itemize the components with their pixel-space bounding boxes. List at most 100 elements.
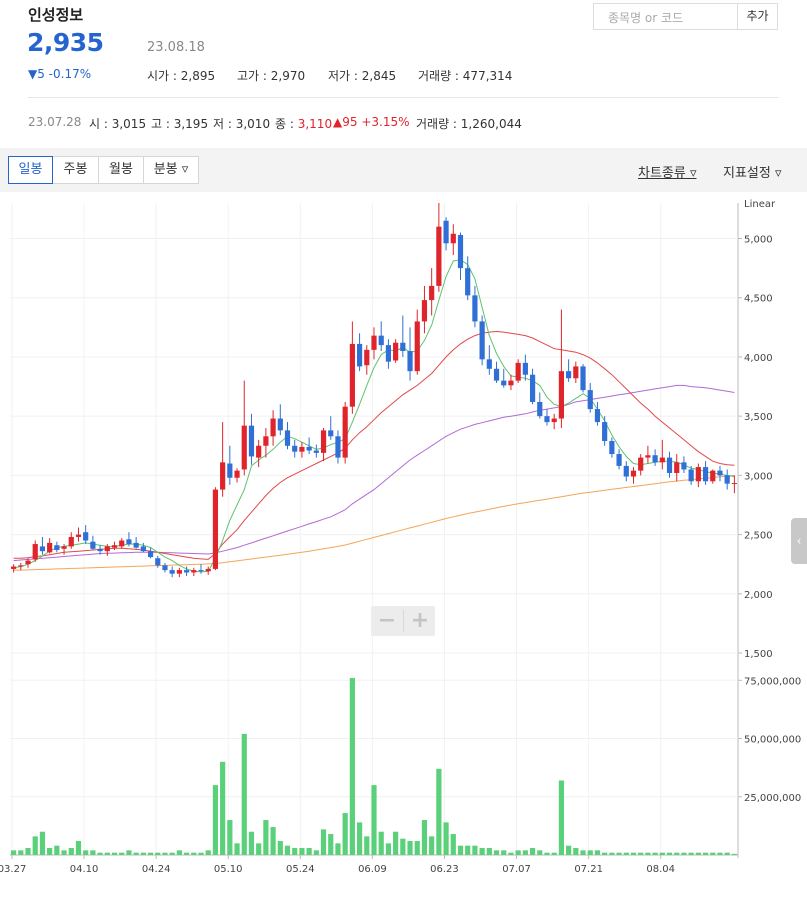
volume-bar (688, 852, 694, 855)
stock-chart-svg[interactable]: Linear 5,000 4,500 4,000 3,500 3,000 2,500 2,00… (0, 195, 807, 893)
add-button[interactable]: 추가 (737, 3, 778, 30)
volume-bar (39, 831, 46, 855)
side-panel-toggle[interactable]: ‹ (791, 518, 807, 564)
tab-daily[interactable]: 일봉 (8, 156, 53, 184)
price-tick-label: 3,500 (744, 412, 773, 423)
volume-bar (220, 761, 226, 855)
volume-bar (666, 852, 673, 855)
candle-body (176, 570, 182, 574)
volume-bar (659, 852, 665, 855)
scale-label: Linear (744, 199, 776, 210)
candle-body (436, 226, 442, 286)
volume-bar (18, 850, 24, 855)
volume-bar (544, 852, 550, 855)
current-price: 2,935 (27, 28, 104, 57)
volume-bar (32, 836, 38, 855)
candle-body (277, 418, 283, 431)
candle-body (493, 368, 500, 381)
volume-bar (234, 843, 240, 855)
candle-body (731, 483, 737, 485)
candle-body (356, 343, 363, 367)
candle-body (306, 446, 312, 451)
volume-bar (54, 845, 60, 855)
prev-change: ▲95 +3.15% (333, 115, 410, 129)
candle-body (241, 425, 247, 470)
volume-bar (508, 852, 514, 855)
candle-body (616, 454, 622, 466)
volume-bar (724, 852, 730, 855)
volume-bar (609, 852, 615, 855)
zoom-out-button[interactable]: − (371, 608, 403, 633)
x-tick-label: 05.10 (214, 864, 243, 875)
volume-bar (320, 829, 327, 855)
volume-bar (133, 852, 139, 855)
volume-bar (493, 850, 500, 855)
volume-bar (529, 848, 536, 855)
candle-body (183, 570, 190, 573)
candle-body (724, 475, 730, 484)
tab-weekly[interactable]: 주봉 (52, 156, 99, 184)
tab-monthly[interactable]: 월봉 (98, 156, 144, 184)
volume-bar (681, 852, 687, 855)
price-tick-label: 4,500 (744, 294, 773, 305)
x-tick-label: 04.24 (142, 864, 171, 875)
candle-body (111, 545, 118, 548)
volume-bar (378, 831, 384, 855)
prev-date: 23.07.28 (28, 115, 82, 129)
volume-bar (731, 853, 737, 855)
candle-body (68, 536, 74, 547)
candle-body (349, 343, 355, 407)
x-tick-label: 06.09 (358, 864, 387, 875)
candle-body (544, 416, 550, 423)
volume-bar (140, 852, 146, 855)
chart-type-menu[interactable]: 차트종류 ▿ (638, 162, 697, 181)
plot-background (10, 203, 738, 855)
volume-bar (176, 850, 182, 855)
volume-bar (710, 852, 716, 855)
volume-bar (263, 820, 269, 855)
volume-bar (147, 852, 154, 855)
price-tick-label: 4,000 (744, 353, 773, 364)
volume-bar (11, 850, 17, 855)
chart-area[interactable]: Linear 5,000 4,500 4,000 3,500 3,000 2,500 2,00… (0, 195, 807, 893)
candle-body (537, 401, 543, 417)
volume-bar (443, 822, 449, 855)
volume-bar (573, 848, 579, 855)
volume-bar (537, 850, 543, 855)
prev-open: 시 : 3,015 (89, 115, 146, 132)
volume-bar (515, 850, 521, 855)
x-tick-label: 07.21 (574, 864, 603, 875)
high-value: 2,970 (270, 69, 306, 83)
search-input[interactable]: 종목명 or 코드 (593, 3, 738, 30)
candle-body (529, 374, 536, 402)
x-axis: 03.27 04.10 04.24 05.10 05.24 06.09 06.23 07.07… (0, 855, 675, 875)
high-label: 고가 : (237, 69, 271, 83)
volume-bar (292, 848, 298, 855)
x-tick-label: 08.04 (646, 864, 675, 875)
indicator-settings-menu[interactable]: 지표설정 ▿ (723, 162, 782, 181)
volume-bar (580, 850, 586, 855)
candle-body (385, 345, 392, 362)
volume-bar (587, 850, 593, 855)
price-tick-label: 3,000 (744, 471, 773, 482)
volume-bar (450, 834, 456, 855)
volume-bar (349, 677, 355, 855)
volume-bar (465, 845, 471, 855)
x-tick-label: 06.23 (430, 864, 459, 875)
candle-body (429, 285, 435, 301)
candle-body (342, 406, 348, 458)
candle-body (313, 450, 319, 453)
volume-bar (299, 848, 305, 855)
prev-high-value: 3,195 (173, 117, 209, 131)
volume-bar (198, 852, 204, 855)
candle-body (140, 546, 146, 552)
low-value: 2,845 (361, 69, 397, 83)
zoom-in-button[interactable]: + (404, 608, 436, 633)
prev-close-label: 종 : (275, 117, 298, 131)
x-tick-label: 05.24 (286, 864, 315, 875)
volume-bar (501, 850, 507, 855)
candle-body (443, 220, 449, 244)
candle-body (695, 467, 701, 482)
tab-minute[interactable]: 분봉 ▿ (143, 156, 199, 184)
volume-bar (104, 852, 110, 855)
